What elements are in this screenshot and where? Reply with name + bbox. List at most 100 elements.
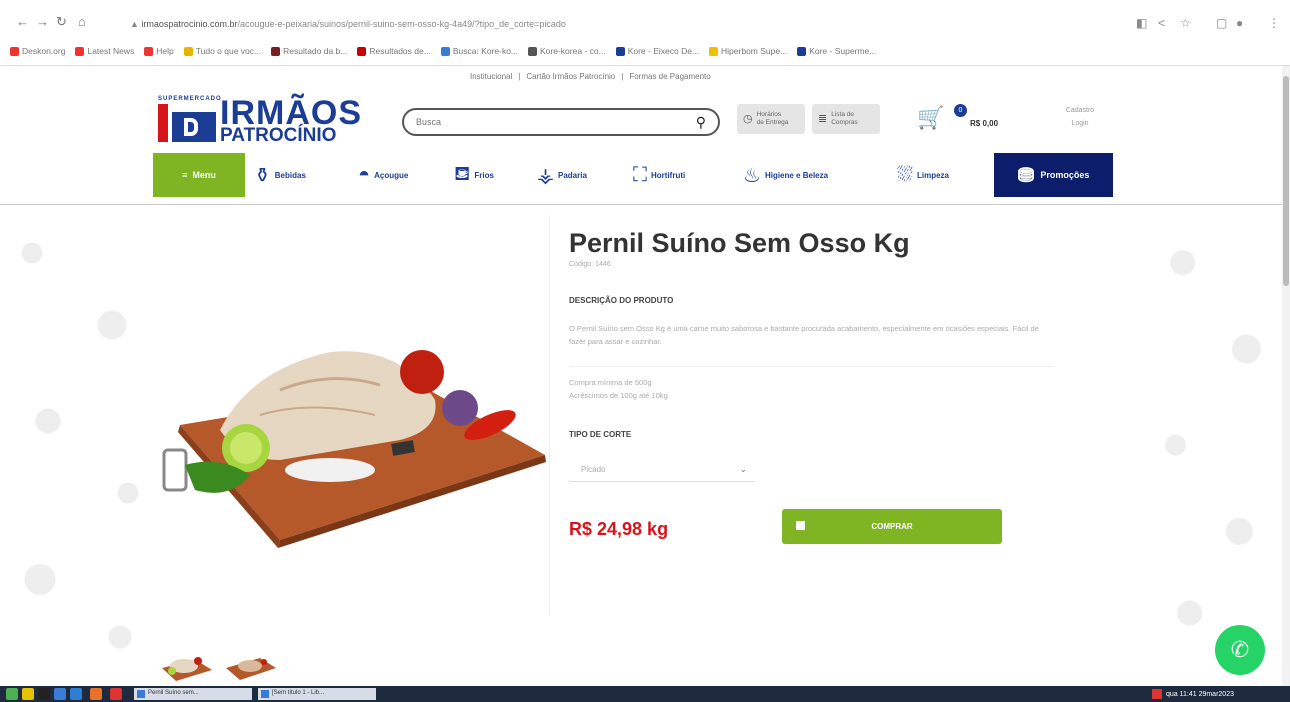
reload-icon[interactable]: ↻ (56, 14, 67, 30)
bookmark-label: Hiperbom Supe... (721, 46, 788, 56)
thumbnail-1[interactable] (160, 652, 214, 682)
bookmark-favicon-icon (797, 46, 807, 56)
tray-icon (1152, 689, 1162, 699)
cart-count-badge: 0 (954, 104, 967, 117)
bookmark-item[interactable]: Kore-korea - co... (528, 42, 606, 60)
bread-icon: ⚶ (537, 164, 554, 187)
promotions-button[interactable]: ⛃ Promoções (994, 153, 1113, 197)
thumbnail-2[interactable] (224, 652, 278, 682)
bookmark-label: Deskon.org (22, 46, 66, 56)
login-link[interactable]: Login (1060, 117, 1100, 130)
bookmark-favicon-icon (709, 46, 719, 56)
bookmark-item[interactable]: Tudo o que voc... (183, 42, 261, 60)
bookmark-favicon-icon (528, 46, 538, 56)
address-bar[interactable]: ▲ irmaospatrocinio.com.br/acougue-e-peix… (118, 14, 1118, 34)
product-image (162, 350, 546, 548)
bookmark-item[interactable]: Resultados de... (357, 42, 431, 60)
bookmark-item[interactable]: Busca: Kore-ko... (440, 42, 519, 60)
cart-icon[interactable]: 🛒 (917, 105, 944, 131)
chevron-down-icon: ⌄ (739, 464, 747, 474)
app-icon[interactable] (54, 688, 66, 700)
category-bebidas[interactable]: ⚱ Bebidas (254, 161, 306, 189)
bookmark-item[interactable]: Kore - Superme... (797, 42, 876, 60)
cut-type-select[interactable]: Picado ⌄ (569, 458, 755, 482)
bookmark-item[interactable]: Help (144, 42, 174, 60)
whatsapp-icon[interactable]: ✆ (1215, 625, 1265, 675)
menu-button[interactable]: ≡ Menu (153, 153, 245, 197)
cleaning-icon: ⛆ (897, 163, 913, 186)
category-higiene-beleza[interactable]: ♨ Higiene e Beleza (743, 161, 828, 189)
utility-links: Institucional | Cartão Irmãos Patrocínio |… (470, 72, 711, 81)
divider: | (621, 72, 624, 81)
register-link[interactable]: Cadastro (1060, 104, 1100, 117)
store-logo[interactable]: SUPERMERCADO IRMÃOS PATROCÍNIO (158, 96, 383, 146)
tab-icon[interactable]: ▢ (1216, 16, 1227, 30)
bookmark-item[interactable]: Deskon.org (10, 42, 65, 60)
institutional-link[interactable]: Institucional (470, 72, 512, 81)
address-row: ← → ↻ ⌂ ▲ irmaospatrocinio.com.br/acougu… (0, 10, 1290, 38)
bookmark-label: Busca: Kore-ko... (452, 46, 519, 56)
browser-launcher-icon[interactable] (70, 688, 82, 700)
separator (569, 366, 1054, 367)
terminal-icon[interactable] (38, 688, 50, 700)
firefox-icon[interactable] (90, 688, 102, 700)
dairy-icon: ⛾ (454, 162, 471, 185)
translate-icon[interactable]: ◧ (1136, 16, 1147, 30)
promo-bag-icon: ⛃ (1017, 164, 1035, 187)
shopping-list-button[interactable]: ≣ Lista de Compras (812, 104, 880, 134)
min-weight-text: Compra mínima de 500g (569, 378, 652, 387)
list-icon: ≣ (818, 113, 828, 125)
bookmark-label: Kore - Eixeco De... (627, 46, 700, 56)
card-link[interactable]: Cartão Irmãos Patrocínio (526, 72, 615, 81)
payment-link[interactable]: Formas de Pagamento (629, 72, 710, 81)
cut-type-value: Picado (581, 465, 606, 474)
forward-icon[interactable]: → (36, 14, 49, 29)
category-limpeza[interactable]: ⛆ Limpeza (897, 161, 949, 189)
weight-info: Compra mínima de 500g Acréscimos de 100g… (569, 376, 668, 402)
bookmark-favicon-icon (144, 46, 154, 56)
back-icon[interactable]: ← (16, 14, 29, 29)
logo-line2: PATROCÍNIO (220, 125, 337, 146)
taskbar-window-browser[interactable]: Pernil Suíno sem... (134, 688, 252, 700)
bookmark-favicon-icon (357, 46, 367, 56)
search-icon[interactable]: ⚲ (696, 114, 706, 131)
share-icon[interactable]: < (1158, 16, 1165, 30)
product-title: Pernil Suíno Sem Osso Kg (569, 228, 910, 258)
bookmark-item[interactable]: Kore - Eixeco De... (615, 42, 700, 60)
thumbnail-strip (160, 652, 278, 682)
hamburger-icon: ≡ (182, 170, 188, 180)
delivery-hours-button[interactable]: ◷ Horários de Entrega (737, 104, 805, 134)
bookmarks-bar: Deskon.org Latest News Help Tudo o que voc.… (10, 42, 876, 60)
app2-icon[interactable] (110, 688, 122, 700)
files-icon[interactable] (22, 688, 34, 700)
bookmark-item[interactable]: Hiperbom Supe... (709, 42, 787, 60)
kebab-menu-icon[interactable]: ⋮ (1268, 16, 1280, 30)
buy-button[interactable]: COMPRAR (782, 509, 1002, 544)
category-hortifruti[interactable]: ⛶ Hortifruti (633, 161, 685, 189)
shopping-list-label: Lista de Compras (831, 111, 858, 126)
url-path: /acougue-e-peixaria/suinos/pernil-suino-… (237, 19, 566, 29)
taskbar-window-libreoffice[interactable]: [Sem título 1 - Lib... (258, 688, 376, 700)
clock-text: qua 11:41 29mar2023 (1166, 690, 1234, 698)
bookmark-favicon-icon (183, 46, 193, 56)
divider: | (518, 72, 521, 81)
bookmark-item[interactable]: Resultado da b... (271, 42, 347, 60)
scrollbar-thumb[interactable] (1283, 76, 1289, 286)
home-icon[interactable]: ⌂ (78, 14, 86, 29)
cart-total: R$ 0,00 (970, 119, 999, 128)
search-input[interactable] (416, 114, 676, 130)
start-menu-icon[interactable] (6, 688, 18, 700)
buy-label: COMPRAR (871, 522, 913, 531)
category-frios[interactable]: ⛾ Frios (454, 161, 494, 189)
bookmark-favicon-icon (10, 46, 19, 56)
delivery-hours-label: Horários de Entrega (756, 111, 789, 126)
profile-icon[interactable]: ● (1236, 16, 1243, 30)
browser-chrome: ← → ↻ ⌂ ▲ irmaospatrocinio.com.br/acougu… (0, 0, 1290, 66)
url-host: irmaospatrocinio.com.br (141, 19, 238, 29)
search-box: ⚲ (402, 108, 720, 136)
category-acougue[interactable]: ◓ Açougue (358, 161, 408, 189)
bookmark-item[interactable]: Latest News (75, 42, 134, 60)
star-icon[interactable]: ☆ (1180, 16, 1191, 30)
login-links: Cadastro Login (1060, 104, 1100, 130)
category-padaria[interactable]: ⚶ Padaria (537, 161, 587, 189)
